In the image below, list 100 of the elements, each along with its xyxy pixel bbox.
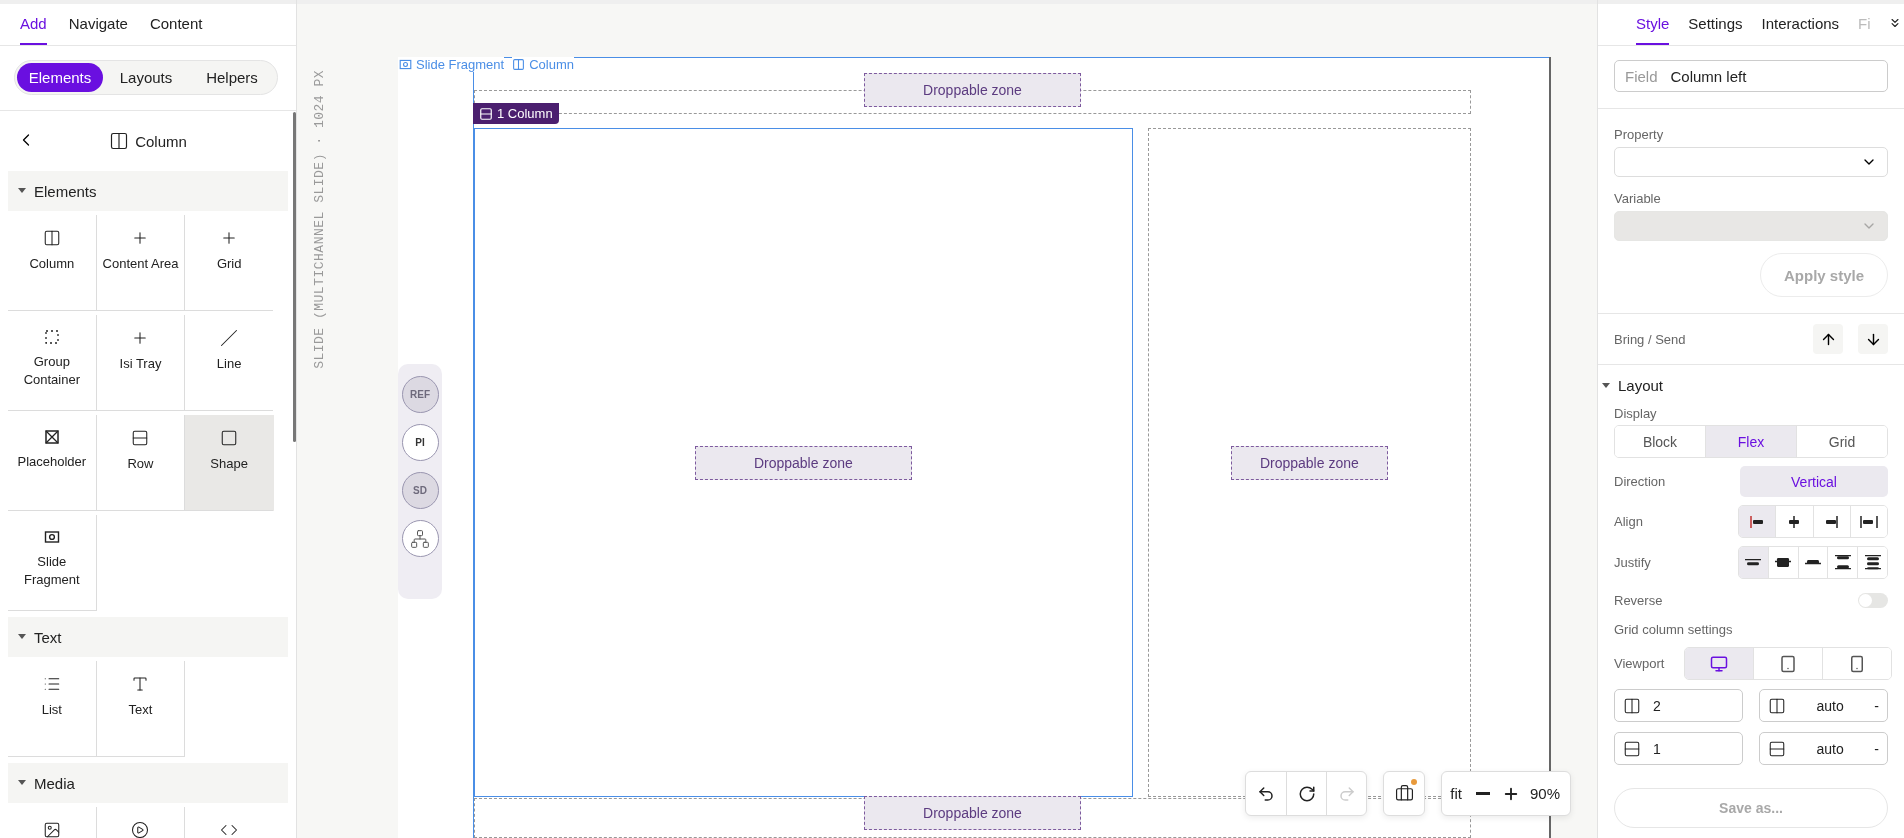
align-option[interactable] [1739, 506, 1776, 537]
reference-button[interactable]: SD [401, 472, 439, 509]
element-tile[interactable]: Placeholder [8, 415, 97, 511]
more-tabs-icon [1888, 16, 1902, 30]
align-icon [1788, 515, 1801, 528]
play-icon [131, 821, 150, 838]
viewport-option[interactable] [1822, 648, 1891, 679]
rows-icon [1623, 739, 1641, 758]
send-backward-button[interactable] [1858, 324, 1888, 354]
element-tile[interactable]: Row [96, 415, 186, 511]
minus-icon [1475, 792, 1490, 795]
monitor-icon [1710, 654, 1728, 673]
grid-input[interactable]: 2 [1614, 689, 1743, 722]
panel-tab[interactable]: Interactions [1761, 4, 1840, 45]
justify-icon [1775, 558, 1792, 567]
line-icon [220, 329, 239, 347]
display-option[interactable]: Flex [1705, 426, 1796, 457]
field-input[interactable]: Field Column left [1614, 60, 1888, 92]
droppable-zone-label: Droppable zone [1230, 445, 1388, 480]
panel-tab[interactable]: Style [1636, 4, 1670, 45]
list-icon [42, 675, 61, 693]
panel-tab[interactable]: Add [20, 4, 47, 45]
notification-dot [1411, 779, 1418, 785]
zoom-value: 90% [1528, 785, 1561, 802]
panel-tab[interactable]: Content [149, 4, 203, 45]
sitemap-icon [410, 528, 430, 549]
element-tile[interactable]: Shape [185, 415, 274, 511]
sitemap-button[interactable] [401, 520, 439, 557]
column-area[interactable]: Droppable zone [474, 128, 1133, 797]
reference-button[interactable]: REF [401, 376, 439, 413]
element-tile[interactable]: Group Container [8, 315, 97, 411]
tablet-icon [1779, 654, 1797, 673]
section-header[interactable]: Media [8, 763, 288, 803]
element-tile[interactable]: List [8, 661, 97, 757]
columns-icon [512, 58, 526, 71]
direction-button[interactable]: Vertical [1740, 466, 1888, 497]
field-label: Align [1614, 514, 1643, 529]
rows-icon [1768, 739, 1786, 758]
reference-button[interactable]: PI [401, 424, 439, 461]
field-label: Display [1614, 406, 1658, 421]
field-label: Justify [1614, 555, 1651, 570]
rows-icon [479, 106, 493, 121]
justify-icon [1745, 559, 1762, 566]
columns-icon [1623, 696, 1641, 715]
section-header[interactable]: Layout [1602, 377, 1888, 394]
scrollbar-thumb[interactable] [293, 112, 296, 442]
dashed-square-icon [43, 329, 60, 345]
segment-tab[interactable]: Helpers [189, 63, 275, 92]
rows-icon [131, 429, 150, 447]
redo-icon [1337, 784, 1356, 803]
remove-button[interactable]: - [1874, 740, 1879, 757]
element-tile[interactable]: Content Area [96, 215, 186, 311]
section-label: Grid column settings [1614, 622, 1734, 637]
display-option[interactable]: Grid [1796, 426, 1887, 457]
element-tile[interactable]: Isi Tray [96, 315, 186, 411]
panel-title: Column [135, 132, 187, 150]
grid-input[interactable]: auto - [1759, 689, 1888, 722]
outline-label[interactable]: Slide Fragment [399, 57, 505, 72]
field-label: Reverse [1614, 593, 1663, 608]
section-header[interactable]: Elements [8, 171, 288, 211]
element-tile[interactable]: Column [8, 215, 97, 311]
caret-icon [18, 188, 26, 194]
field-label: Bring / Send [1614, 331, 1686, 347]
justify-icon [1834, 555, 1851, 570]
phone-icon [1848, 654, 1866, 673]
droppable-zone-label: Droppable zone [864, 73, 1081, 107]
image-icon [42, 821, 61, 838]
viewport-option[interactable] [1685, 648, 1753, 679]
text-icon [131, 675, 150, 693]
align-icon [1750, 515, 1765, 528]
columns-icon [109, 131, 130, 151]
caret-icon [18, 780, 26, 786]
bring-forward-button[interactable] [1813, 324, 1843, 354]
align-icon [1825, 515, 1839, 528]
justify-icon [1864, 555, 1881, 570]
grid-input[interactable]: 1 [1614, 732, 1743, 765]
align-option[interactable] [1849, 506, 1887, 537]
briefcase-icon [1394, 784, 1414, 803]
element-tile[interactable]: Text [96, 661, 186, 757]
segment-tab[interactable]: Elements [17, 63, 103, 92]
droppable-zone-label: Droppable zone [864, 796, 1081, 830]
segment-tab[interactable]: Layouts [103, 63, 189, 92]
justify-icon [1805, 560, 1821, 565]
field-label: Variable [1614, 191, 1662, 206]
justify-option[interactable] [1857, 547, 1887, 578]
field-label: Direction [1614, 474, 1666, 489]
field-label: Property [1614, 127, 1665, 142]
reverse-toggle[interactable] [1858, 593, 1888, 608]
slide-size-label: SLIDE (MULTICHANNEL SLIDE) · 1024 PX [312, 70, 327, 369]
justify-option[interactable] [1739, 547, 1768, 578]
columns-icon [1768, 696, 1786, 715]
panel-tab[interactable]: Settings [1688, 4, 1743, 45]
crossed-box-icon [43, 429, 60, 445]
remove-button[interactable]: - [1874, 697, 1879, 714]
element-tile[interactable]: Slide Fragment [8, 515, 97, 611]
field-label: Viewport [1614, 656, 1665, 671]
grid-input[interactable]: auto - [1759, 732, 1888, 765]
section-header[interactable]: Text [8, 617, 288, 657]
caret-icon [1602, 382, 1610, 389]
panel-tab[interactable]: Navigate [68, 4, 128, 45]
